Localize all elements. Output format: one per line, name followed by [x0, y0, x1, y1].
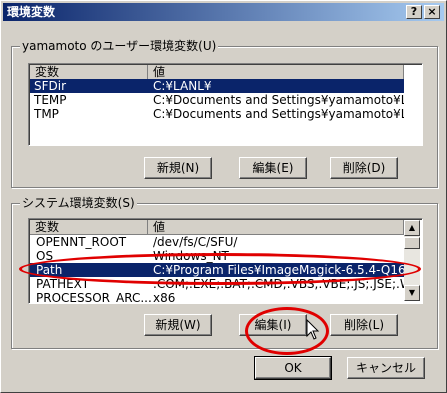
variable-value: x86	[153, 291, 176, 304]
close-button[interactable]: ×	[424, 5, 440, 19]
variable-value: /dev/fs/C/SFU/	[153, 235, 238, 249]
system-new-button[interactable]: 新規(W)	[144, 314, 212, 336]
system-variables-label: システム環境変数(S)	[20, 196, 137, 210]
mouse-pointer-icon	[306, 319, 320, 340]
list-item[interactable]: TMP C:¥Documents and Settings¥yamamoto¥L…	[30, 107, 404, 121]
user-edit-button[interactable]: 編集(E)	[239, 157, 307, 179]
variable-value: C:¥Documents and Settings¥yamamoto¥Local…	[153, 107, 404, 121]
cancel-button[interactable]: キャンセル	[347, 357, 425, 379]
scroll-down-icon[interactable]: ▼	[404, 285, 420, 301]
scroll-up-icon[interactable]: ▲	[404, 220, 420, 236]
user-new-button[interactable]: 新規(N)	[144, 157, 212, 179]
column-header-value[interactable]: 値	[148, 65, 404, 80]
ok-button[interactable]: OK	[254, 356, 332, 380]
list-header: 変数 値	[30, 220, 404, 235]
variable-value: C:¥LANL¥	[153, 79, 212, 93]
variable-name: PROCESSOR_ARC...	[36, 291, 152, 304]
list-item[interactable]: OPENNT_ROOT /dev/fs/C/SFU/	[30, 235, 404, 249]
help-button[interactable]: ?	[406, 5, 422, 19]
user-variables-list[interactable]: 変数 値 SFDir C:¥LANL¥ TEMP C:¥Documents an…	[28, 63, 423, 146]
window-title: 環境変数	[7, 5, 56, 19]
list-item[interactable]: PROCESSOR_ARC... x86	[30, 291, 404, 304]
column-header-value[interactable]: 値	[148, 220, 404, 235]
list-item[interactable]: TEMP C:¥Documents and Settings¥yamamoto¥…	[30, 93, 404, 107]
annotation-ring-path	[19, 253, 421, 285]
scroll-thumb[interactable]	[404, 237, 420, 249]
variable-value: C:¥Documents and Settings¥yamamoto¥Local…	[153, 93, 404, 107]
list-item[interactable]: SFDir C:¥LANL¥	[30, 79, 404, 93]
user-delete-button[interactable]: 削除(D)	[330, 157, 398, 179]
environment-variables-dialog: 環境変数 ? × yamamoto のユーザー環境変数(U) 変数 値 SFDi…	[0, 0, 447, 393]
variable-name: OPENNT_ROOT	[36, 235, 127, 249]
user-variables-label: yamamoto のユーザー環境変数(U)	[20, 39, 219, 53]
variable-name: TMP	[34, 107, 59, 121]
variable-name: TEMP	[34, 93, 67, 107]
column-header-variable[interactable]: 変数	[30, 220, 148, 235]
list-header: 変数 値	[30, 65, 404, 80]
vertical-scrollbar[interactable]: ▲ ▼	[404, 220, 420, 301]
title-bar[interactable]: 環境変数 ? ×	[3, 3, 444, 21]
system-delete-button[interactable]: 削除(L)	[330, 314, 398, 336]
variable-name: SFDir	[34, 79, 67, 93]
column-header-variable[interactable]: 変数	[30, 65, 148, 80]
